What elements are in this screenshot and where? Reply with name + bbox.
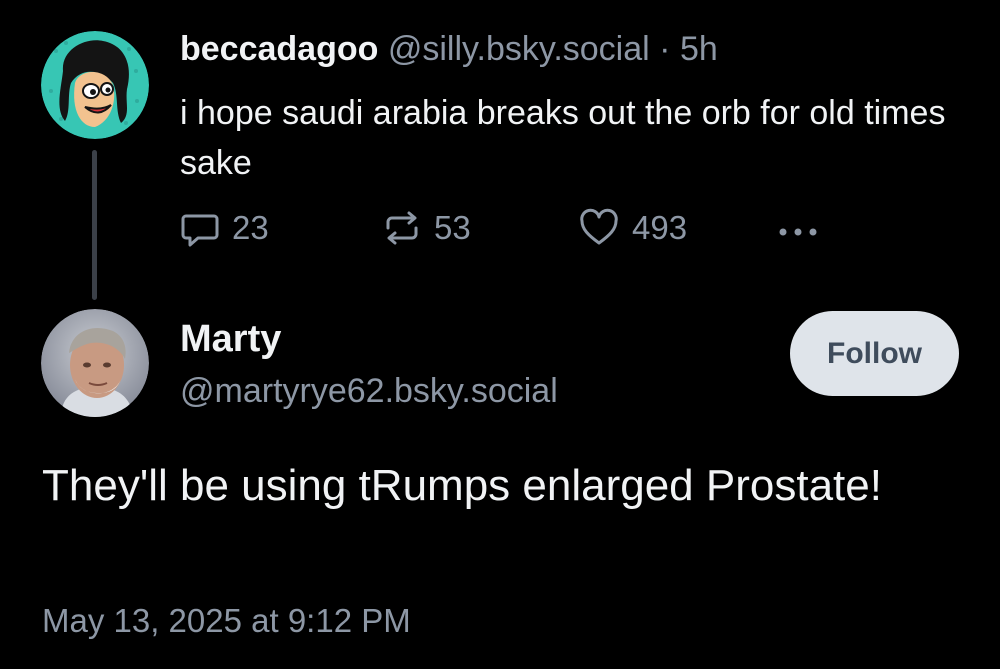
parent-post-text: i hope saudi arabia breaks out the orb f… bbox=[180, 94, 946, 182]
reply-author-avatar[interactable] bbox=[41, 309, 149, 417]
parent-author-avatar[interactable] bbox=[41, 31, 149, 139]
parent-post-time[interactable]: 5h bbox=[680, 30, 718, 68]
cartoon-woman-avatar-icon bbox=[41, 31, 149, 139]
reply-button[interactable]: 23 bbox=[180, 208, 269, 248]
parent-author-name[interactable]: beccadagoo bbox=[180, 30, 378, 68]
parent-post-header: beccadagoo @silly.bsky.social · 5h bbox=[180, 30, 718, 69]
reply-post-timestamp: May 13, 2025 at 9:12 PM bbox=[42, 602, 411, 639]
reply-author-name[interactable]: Marty bbox=[180, 318, 281, 361]
repost-button[interactable]: 53 bbox=[382, 208, 471, 248]
like-count: 493 bbox=[632, 209, 688, 246]
like-button[interactable]: 493 bbox=[578, 208, 687, 248]
ellipsis-icon bbox=[779, 228, 817, 236]
repost-count: 53 bbox=[434, 209, 471, 246]
heart-icon bbox=[580, 208, 618, 245]
more-options-button[interactable] bbox=[775, 212, 821, 252]
photo-man-avatar-icon bbox=[41, 309, 149, 417]
thread-connector-line bbox=[92, 150, 97, 300]
repost-arrows-icon bbox=[386, 211, 418, 245]
reply-author-handle[interactable]: @martyrye62.bsky.social bbox=[180, 372, 558, 411]
header-separator: · bbox=[659, 30, 671, 68]
reply-count: 23 bbox=[232, 209, 269, 246]
parent-post-actions: 23 53 493 bbox=[180, 208, 880, 256]
follow-button[interactable]: Follow bbox=[790, 311, 959, 396]
reply-post-text: They'll be using tRumps enlarged Prostat… bbox=[42, 461, 882, 510]
reply-bubble-icon bbox=[181, 214, 219, 247]
parent-author-handle[interactable]: @silly.bsky.social bbox=[388, 30, 650, 68]
